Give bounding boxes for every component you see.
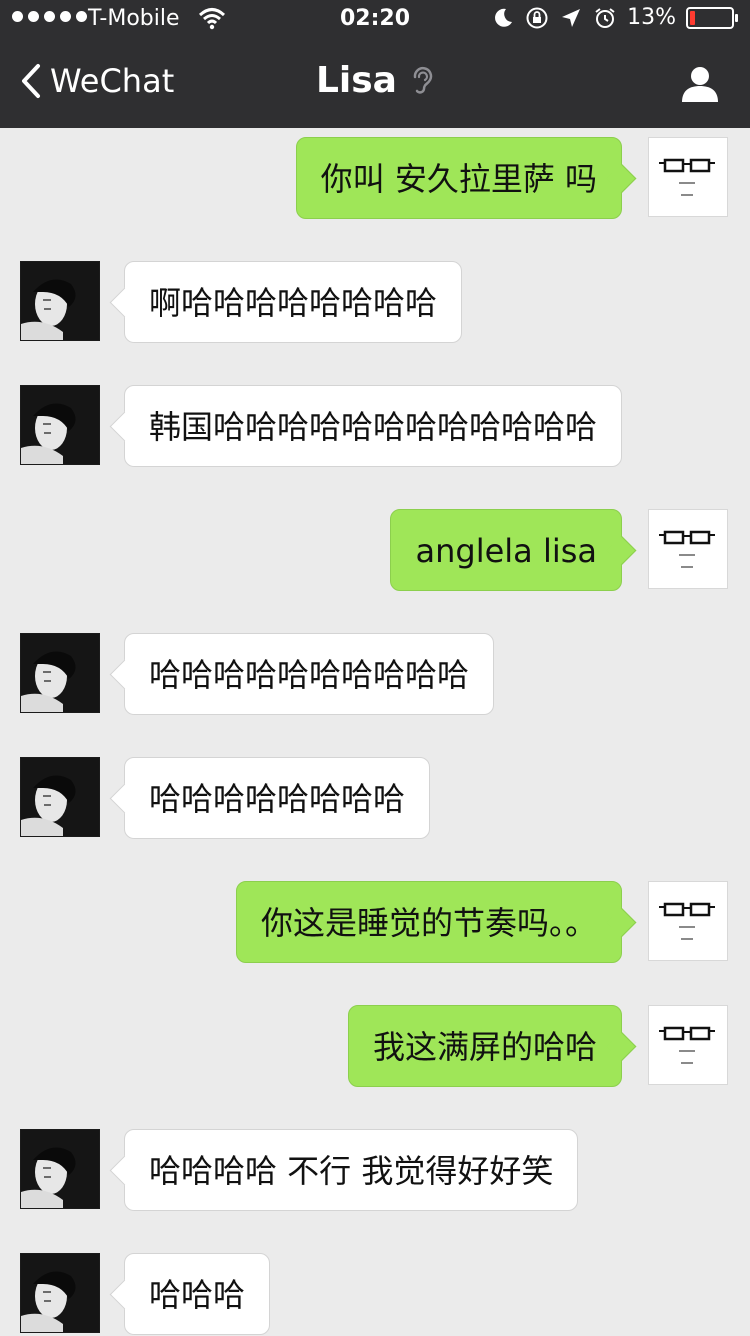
message-row: 我这满屏的哈哈: [0, 1005, 750, 1087]
my-avatar-image: [659, 1026, 715, 1064]
message-bubble[interactable]: 啊哈哈哈哈哈哈哈哈: [124, 261, 463, 343]
message-bubble[interactable]: anglela lisa: [390, 509, 622, 591]
message-row: 你这是睡觉的节奏吗。。: [0, 881, 750, 963]
message-bubble[interactable]: 韩国哈哈哈哈哈哈哈哈哈哈哈哈: [124, 385, 623, 467]
chat-title-area: Lisa: [0, 60, 750, 101]
lisa-avatar-image: [21, 1254, 99, 1332]
lisa-avatar-image: [21, 386, 99, 464]
lisa-avatar-image: [21, 634, 99, 712]
avatar[interactable]: [20, 1129, 100, 1209]
message-text: 你叫 安久拉里萨 吗: [320, 160, 597, 198]
message-text: 你这是睡觉的节奏吗。。: [260, 904, 597, 942]
message-bubble[interactable]: 你这是睡觉的节奏吗。。: [235, 881, 622, 963]
avatar[interactable]: [648, 509, 728, 589]
message-text: 啊哈哈哈哈哈哈哈哈: [149, 284, 438, 322]
message-bubble[interactable]: 哈哈哈哈 不行 我觉得好好笑: [124, 1129, 579, 1211]
my-avatar-image: [659, 902, 715, 940]
my-avatar-image: [659, 158, 715, 196]
avatar[interactable]: [20, 385, 100, 465]
message-text: 哈哈哈哈 不行 我觉得好好笑: [149, 1152, 554, 1190]
battery-icon: [686, 6, 738, 29]
message-bubble[interactable]: 哈哈哈: [124, 1253, 271, 1335]
message-bubble[interactable]: 你叫 安久拉里萨 吗: [295, 137, 622, 219]
avatar[interactable]: [648, 881, 728, 961]
message-bubble[interactable]: 我这满屏的哈哈: [347, 1005, 622, 1087]
message-text: 我这满屏的哈哈: [372, 1028, 597, 1066]
message-text: 哈哈哈: [149, 1276, 246, 1314]
message-text: anglela lisa: [415, 532, 597, 570]
message-row: 哈哈哈哈哈哈哈哈哈哈: [0, 633, 750, 715]
message-row: 你叫 安久拉里萨 吗: [0, 137, 750, 219]
message-row: 韩国哈哈哈哈哈哈哈哈哈哈哈哈: [0, 385, 750, 467]
message-row: 啊哈哈哈哈哈哈哈哈: [0, 261, 750, 343]
message-row: 哈哈哈: [0, 1253, 750, 1335]
message-row: 哈哈哈哈 不行 我觉得好好笑: [0, 1129, 750, 1211]
avatar[interactable]: [648, 137, 728, 217]
avatar[interactable]: [20, 1253, 100, 1333]
message-text: 韩国哈哈哈哈哈哈哈哈哈哈哈哈: [149, 408, 598, 446]
message-bubble[interactable]: 哈哈哈哈哈哈哈哈哈哈: [124, 633, 495, 715]
ear-icon: [413, 66, 433, 94]
message-row: anglela lisa: [0, 509, 750, 591]
moon-icon: [495, 8, 513, 27]
lisa-avatar-image: [21, 758, 99, 836]
nav-bar: WeChat Lisa: [0, 40, 750, 128]
status-right: 13%: [491, 5, 738, 30]
message-text: 哈哈哈哈哈哈哈哈: [149, 780, 406, 818]
orientation-lock-icon: [526, 7, 548, 28]
top-bar: T-Mobile 02:20 13% WeChat Lisa: [0, 0, 750, 128]
profile-icon[interactable]: [680, 64, 720, 104]
lisa-avatar-image: [21, 262, 99, 340]
avatar[interactable]: [20, 261, 100, 341]
battery-level: [690, 10, 695, 25]
chat-title: Lisa: [315, 60, 397, 101]
avatar[interactable]: [20, 757, 100, 837]
avatar[interactable]: [20, 633, 100, 713]
lisa-avatar-image: [21, 1130, 99, 1208]
location-arrow-icon: [562, 8, 581, 27]
battery-percent: 13%: [627, 5, 676, 30]
message-bubble[interactable]: 哈哈哈哈哈哈哈哈: [124, 757, 431, 839]
status-bar: T-Mobile 02:20 13%: [0, 0, 750, 40]
alarm-icon: [595, 7, 615, 28]
message-text: 哈哈哈哈哈哈哈哈哈哈: [149, 656, 470, 694]
message-row: 哈哈哈哈哈哈哈哈: [0, 757, 750, 839]
my-avatar-image: [659, 530, 715, 568]
avatar[interactable]: [648, 1005, 728, 1085]
